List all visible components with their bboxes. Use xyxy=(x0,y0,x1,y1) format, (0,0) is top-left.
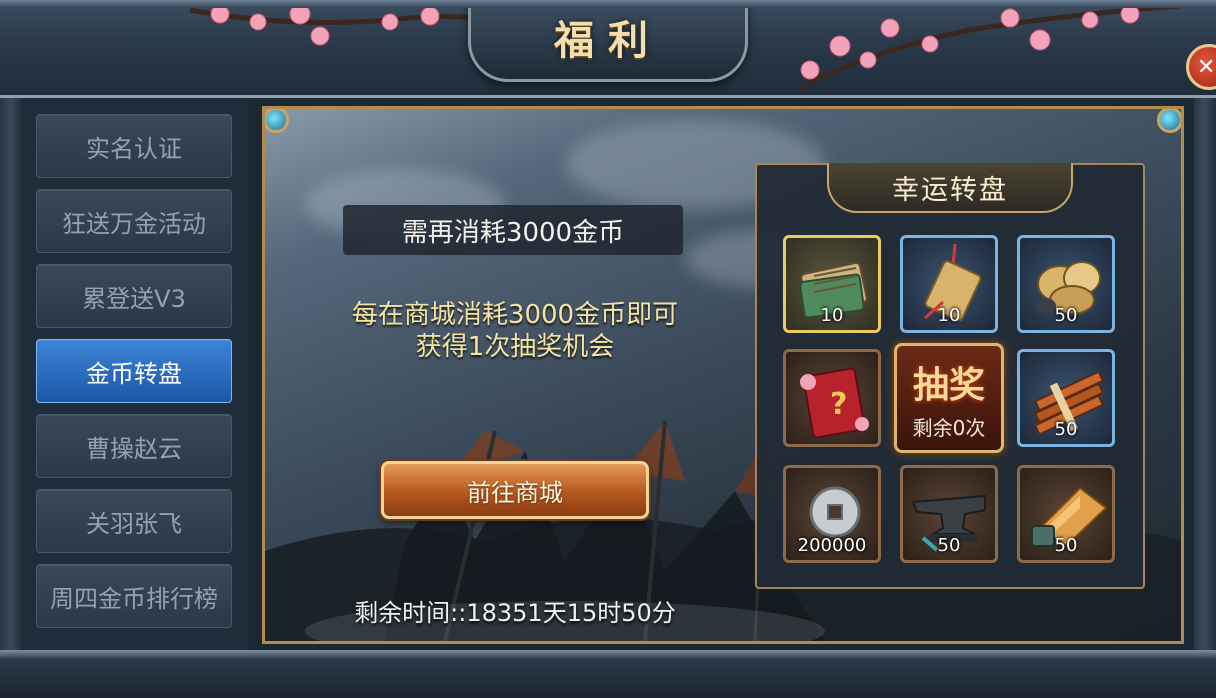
prize-quantity: 10 xyxy=(820,305,844,326)
prize-quantity: 50 xyxy=(1054,419,1078,440)
frame-gem-decoration xyxy=(265,109,289,133)
prize-slot-talisman[interactable]: 10 xyxy=(900,235,998,333)
sidebar-item-login-v3[interactable]: 累登送V3 xyxy=(36,264,232,328)
mystery-book-icon: ? xyxy=(800,367,869,439)
sidebar-item-label: 累登送V3 xyxy=(82,284,186,313)
go-to-shop-button[interactable]: 前往商城 xyxy=(381,461,649,519)
prize-slot-scroll-book[interactable]: 10 xyxy=(783,235,881,333)
top-bar: 福利 xyxy=(0,0,1216,98)
page-title: 福利 xyxy=(554,16,662,64)
main-panel: 需再消耗3000金币 每在商城消耗3000金币即可 获得1次抽奖机会 前往商城 … xyxy=(262,106,1184,644)
draw-lottery-button[interactable]: 抽奖 剩余0次 xyxy=(894,343,1004,453)
sidebar-item-label: 周四金币排行榜 xyxy=(50,584,218,613)
prize-quantity: 50 xyxy=(937,535,961,556)
sidebar-item-label: 狂送万金活动 xyxy=(62,209,206,238)
bottom-bar xyxy=(0,650,1216,698)
title-plaque: 福利 xyxy=(468,0,748,82)
right-pillar-decoration xyxy=(1194,98,1216,658)
sidebar-item-label: 实名认证 xyxy=(86,134,182,163)
sidebar-item-label: 金币转盘 xyxy=(86,359,182,388)
go-to-shop-label: 前往商城 xyxy=(467,478,563,507)
lucky-wheel-panel: 幸运转盘 10 10 50 ? 抽奖 剩余0次 50 200000 50 50 xyxy=(755,163,1145,589)
required-spend-text: 需再消耗3000金币 xyxy=(401,217,625,248)
prize-slot-whetstone[interactable]: 50 xyxy=(1017,465,1115,563)
prize-quantity: 50 xyxy=(1054,535,1078,556)
prize-quantity: 50 xyxy=(1054,305,1078,326)
lucky-wheel-title-banner: 幸运转盘 xyxy=(827,163,1073,213)
close-icon: ✕ xyxy=(1197,54,1216,80)
sidebar-item-gold-event[interactable]: 狂送万金活动 xyxy=(36,189,232,253)
description-line-2: 获得1次抽奖机会 xyxy=(415,332,615,362)
remaining-time: 剩余时间::18351天15时50分 xyxy=(354,599,676,627)
lucky-wheel-title: 幸运转盘 xyxy=(892,174,1008,206)
required-spend-box: 需再消耗3000金币 xyxy=(343,205,683,255)
sidebar-item-label: 关羽张飞 xyxy=(86,509,182,538)
draw-button-label: 抽奖 xyxy=(912,364,985,406)
sidebar-item-caocao-zhaoyun[interactable]: 曹操赵云 xyxy=(36,414,232,478)
prize-quantity: 10 xyxy=(937,305,961,326)
frame-gem-decoration xyxy=(1157,109,1181,133)
prize-slot-bamboo-bundle[interactable]: 50 xyxy=(1017,349,1115,447)
sidebar-item-thursday-ranking[interactable]: 周四金币排行榜 xyxy=(36,564,232,628)
sidebar-item-label: 曹操赵云 xyxy=(86,434,182,463)
sidebar-item-real-name[interactable]: 实名认证 xyxy=(36,114,232,178)
prize-slot-ore[interactable]: 50 xyxy=(1017,235,1115,333)
left-pillar-decoration xyxy=(0,98,22,658)
blossom-branch-right-decoration xyxy=(798,3,1181,91)
prize-slot-mystery-book[interactable]: ? xyxy=(783,349,881,447)
sidebar-item-guanyu-zhangfei[interactable]: 关羽张飞 xyxy=(36,489,232,553)
description-line-1: 每在商城消耗3000金币即可 xyxy=(351,300,679,330)
prize-slot-coin[interactable]: 200000 xyxy=(783,465,881,563)
event-description: 每在商城消耗3000金币即可 获得1次抽奖机会 xyxy=(305,299,725,363)
prize-slot-anvil[interactable]: 50 xyxy=(900,465,998,563)
sidebar: 实名认证 狂送万金活动 累登送V3 金币转盘 曹操赵云 关羽张飞 周四金币排行榜 xyxy=(22,98,248,650)
svg-text:?: ? xyxy=(830,387,847,422)
prize-quantity: 200000 xyxy=(797,535,867,556)
sidebar-item-gold-wheel[interactable]: 金币转盘 xyxy=(36,339,232,403)
draw-remaining-count: 剩余0次 xyxy=(912,415,986,440)
